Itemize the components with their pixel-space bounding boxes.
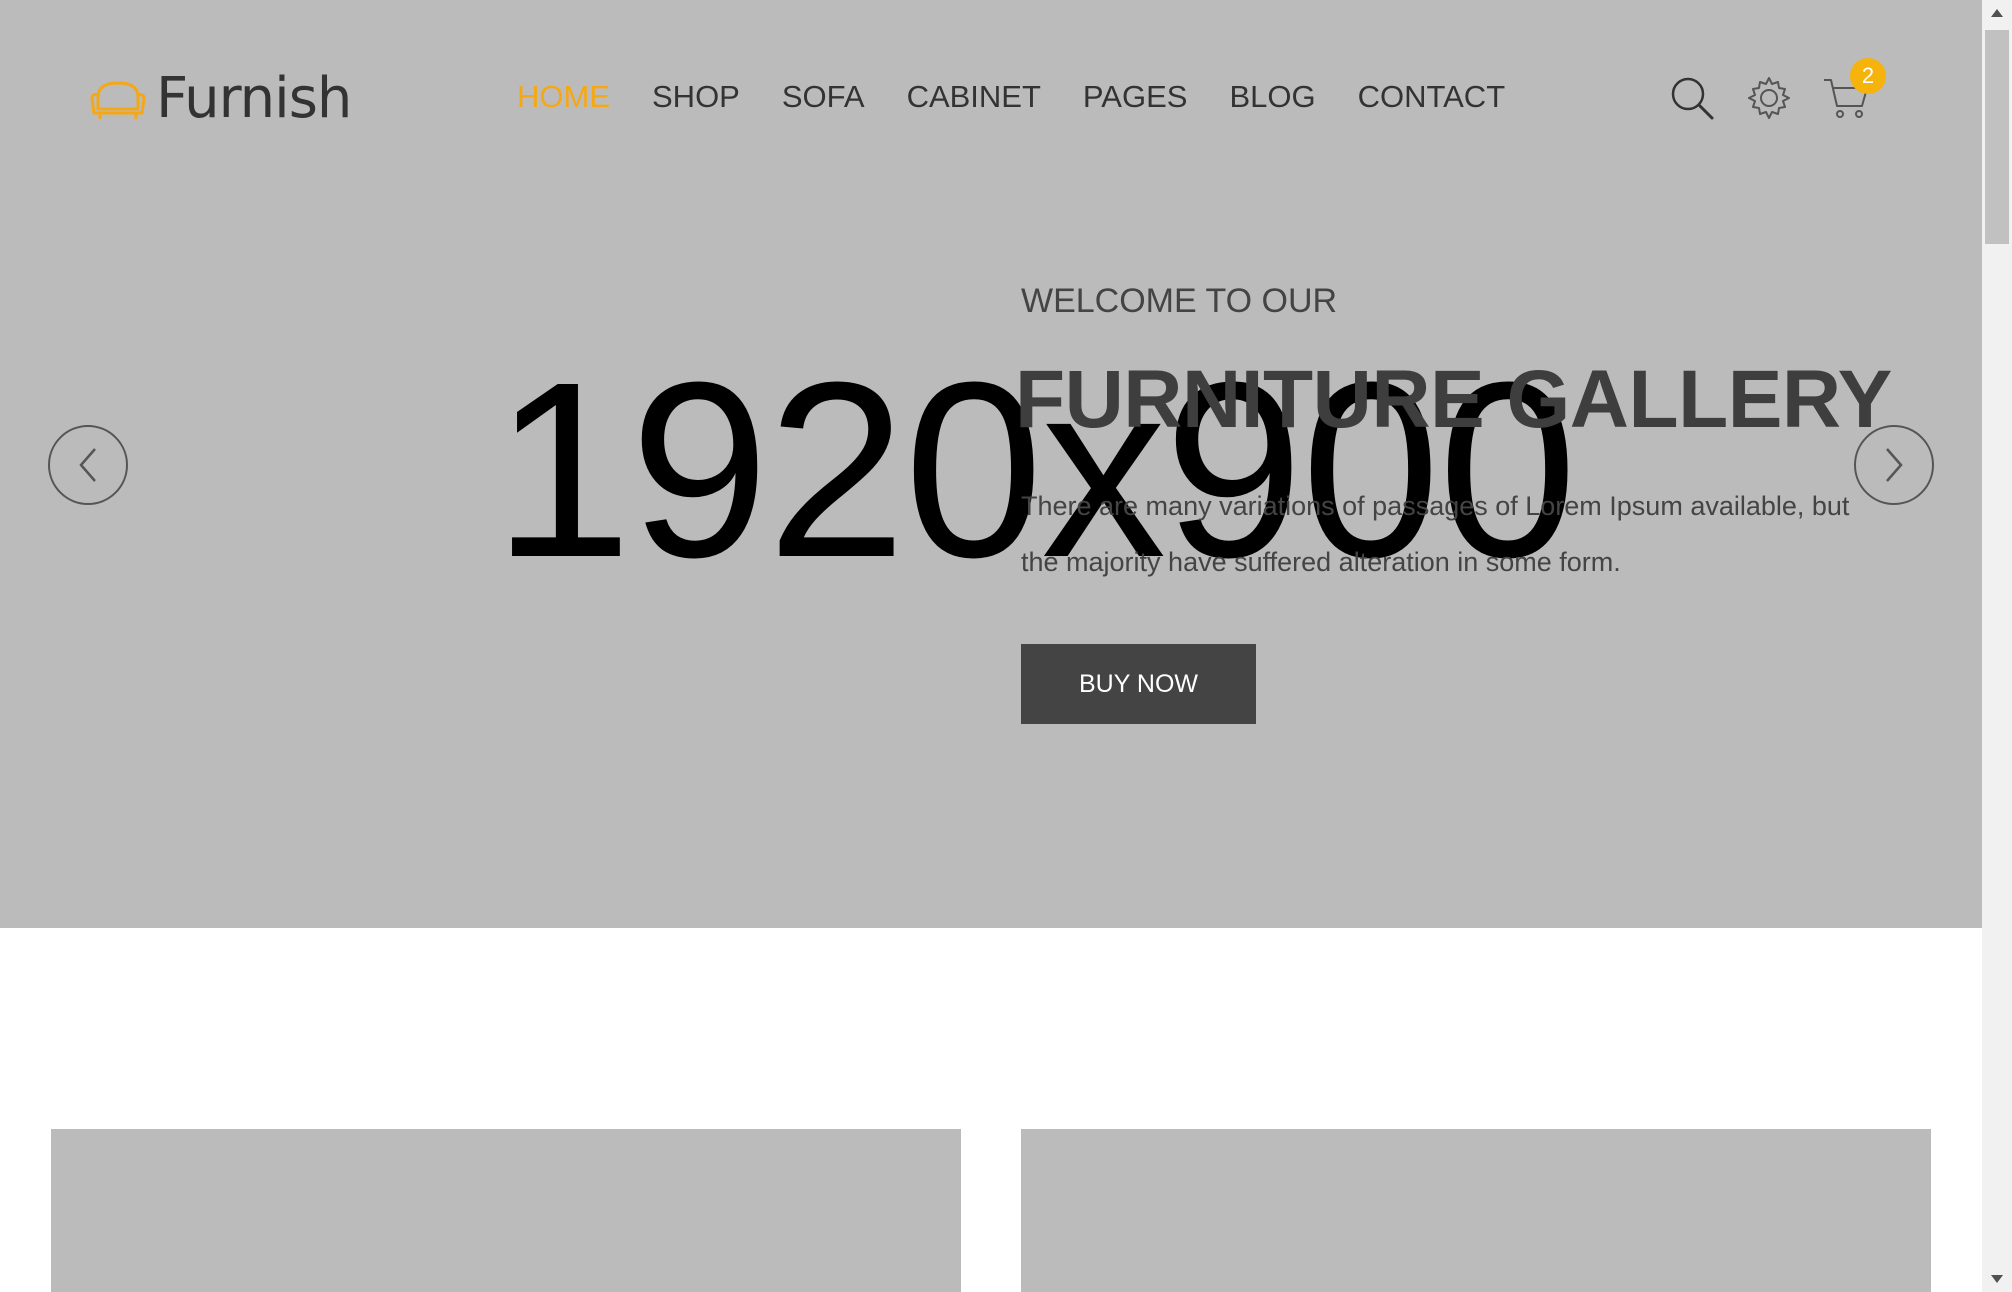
buy-now-button[interactable]: BUY NOW [1021,644,1256,724]
main-nav: HOME SHOP SOFA CABINET PAGES BLOG CONTAC… [517,79,1547,115]
settings-button[interactable] [1745,74,1793,122]
brand-name: Furnish [156,66,352,131]
cart-button[interactable]: 2 [1822,58,1886,122]
vertical-scrollbar[interactable] [1982,0,2012,1292]
nav-item-sofa[interactable]: SOFA [782,79,865,115]
slider-prev-button[interactable] [48,425,128,505]
sofa-logo-icon [90,80,146,119]
scroll-up-button[interactable] [1982,0,2012,26]
triangle-down-icon [1991,1275,2003,1283]
hero-title: FURNITURE GALLERY [1015,354,1892,445]
search-icon [1671,77,1714,120]
promo-banner-right[interactable] [1021,1129,1931,1292]
hero-subtitle: WELCOME TO OUR [1021,282,1338,320]
hero-slider: 1920x900 Furnish HOME SHOP SOFA CABINET … [0,0,1982,928]
nav-item-home[interactable]: HOME [517,79,610,115]
promo-banner-left[interactable] [51,1129,961,1292]
nav-item-blog[interactable]: BLOG [1229,79,1315,115]
logo[interactable]: Furnish [88,66,352,131]
nav-item-cabinet[interactable]: CABINET [907,79,1041,115]
triangle-up-icon [1991,9,2003,17]
page: 1920x900 Furnish HOME SHOP SOFA CABINET … [0,0,1982,1292]
nav-item-pages[interactable]: PAGES [1083,79,1188,115]
hero-description: There are many variations of passages of… [1021,491,1850,577]
header-actions: 2 [1668,58,1899,122]
chevron-left-icon [79,448,96,482]
chevron-right-icon [1886,448,1903,482]
nav-item-contact[interactable]: CONTACT [1358,79,1506,115]
search-button[interactable] [1668,74,1716,122]
scrollbar-thumb[interactable] [1985,30,2009,244]
cart-count-badge: 2 [1850,58,1886,94]
slide-content: WELCOME TO OUR FURNITURE GALLERY There a… [1015,282,1892,617]
nav-item-shop[interactable]: SHOP [652,79,740,115]
scroll-down-button[interactable] [1982,1266,2012,1292]
gear-icon [1748,77,1790,119]
